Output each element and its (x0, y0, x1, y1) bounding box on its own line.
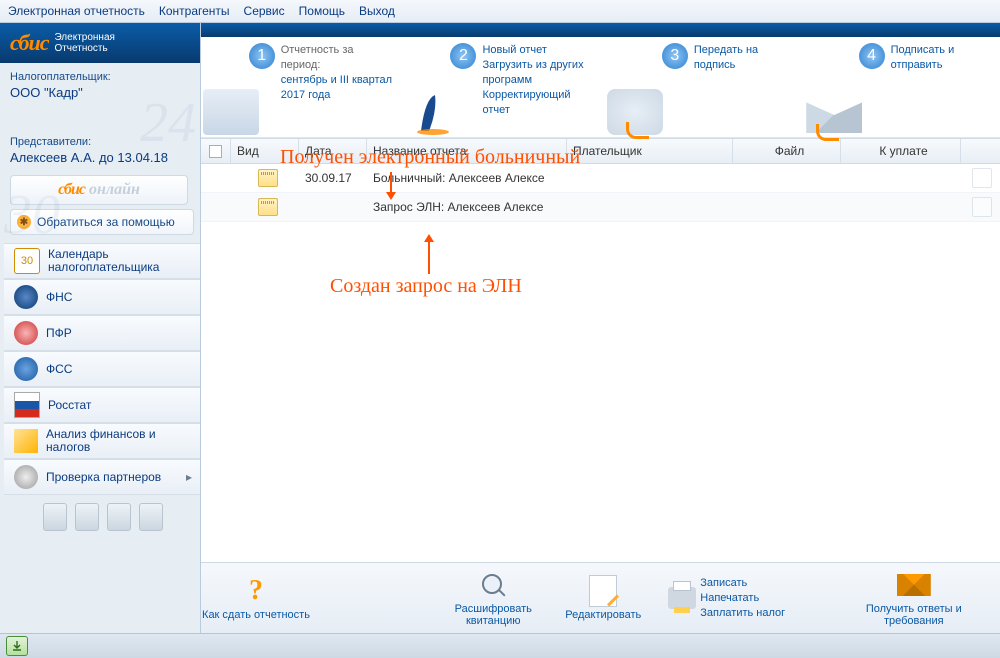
menu-contractors[interactable]: Контрагенты (159, 4, 230, 18)
step-4[interactable]: 4 Подписать и отправить (800, 37, 1000, 137)
badge-icon (139, 503, 163, 531)
finance-icon (14, 429, 38, 453)
bb-print-group: Записать Напечатать Заплатить налог (668, 576, 785, 621)
calendar-icon[interactable] (972, 197, 992, 217)
typewriter-illustration (607, 89, 663, 135)
nav-fss[interactable]: ФСС (4, 351, 200, 387)
nav-finance[interactable]: Анализ финансов и налогов (4, 423, 200, 459)
main-area: 1 Отчетность за период:сентябрь и III кв… (201, 23, 1000, 633)
step-2[interactable]: 2 Новый отчетЗагрузить из других програм… (401, 37, 601, 137)
pfr-icon (14, 321, 38, 345)
nav-pfr[interactable]: ПФР (4, 315, 200, 351)
calendar-icon[interactable] (972, 168, 992, 188)
menu-reporting[interactable]: Электронная отчетность (8, 4, 145, 18)
arrow-up-icon (428, 240, 430, 274)
bb-edit[interactable]: Редактировать (548, 575, 658, 621)
bb-paytax[interactable]: Заплатить налог (700, 606, 785, 621)
arrow-down-icon (390, 172, 392, 194)
steps-row: 1 Отчетность за период:сентябрь и III кв… (201, 37, 1000, 138)
nav-calendar[interactable]: 30 Календарь налогоплательщика (4, 243, 200, 279)
nav-list: 30 Календарь налогоплательщика ФНС ПФР Ф… (4, 243, 200, 495)
nav-rosstat[interactable]: Росстат (4, 387, 200, 423)
col-checkbox[interactable] (201, 139, 231, 163)
table-row[interactable]: Запрос ЭЛН: Алексеев Алексе (201, 193, 1000, 222)
taxpayer-label: Налогоплательщик: (10, 71, 196, 83)
question-icon: ? (249, 585, 263, 597)
help-button[interactable]: ✱ Обратиться за помощью (10, 209, 194, 235)
partners-icon (14, 465, 38, 489)
calendar-illustration (203, 89, 259, 135)
sbis-online-button[interactable]: сбисонлайн (10, 175, 188, 205)
bottom-toolbar: ? Как сдать отчетность Расшифровать квит… (201, 562, 1000, 633)
document-icon (258, 169, 278, 187)
col-pay[interactable]: К уплате (841, 139, 961, 163)
rep-value[interactable]: Алексеев А.А. до 13.04.18 (10, 150, 196, 165)
envelope-icon (897, 574, 931, 596)
nav-partners[interactable]: Проверка партнеров ▸ (4, 459, 200, 495)
logo: сбис (10, 30, 48, 56)
col-type[interactable]: Вид (231, 139, 299, 163)
step-number: 1 (249, 43, 275, 69)
badge-icon (107, 503, 131, 531)
download-button[interactable] (6, 636, 28, 656)
rep-label: Представители: (10, 136, 196, 148)
document-icon (258, 198, 278, 216)
menubar: Электронная отчетность Контрагенты Серви… (0, 0, 1000, 23)
step-3[interactable]: 3 Передать на подпись (601, 37, 801, 137)
grid-body: 30.09.17 Больничный: Алексеев Алексе Зап… (201, 164, 1000, 562)
step-number: 2 (450, 43, 476, 69)
sidebar: сбис ЭлектроннаяОтчетность 24 30 Налогоп… (0, 23, 201, 633)
col-actions (961, 139, 1000, 163)
nav-fns[interactable]: ФНС (4, 279, 200, 315)
table-row[interactable]: 30.09.17 Больничный: Алексеев Алексе (201, 164, 1000, 193)
envelope-illustration (806, 89, 862, 135)
taxpayer-value[interactable]: ООО "Кадр" (10, 85, 196, 100)
logo-subtitle: ЭлектроннаяОтчетность (54, 32, 114, 54)
app-window: Электронная отчетность Контрагенты Серви… (0, 0, 1000, 658)
col-name[interactable]: Название отчета (367, 139, 567, 163)
menu-help[interactable]: Помощь (299, 4, 345, 18)
fns-icon (14, 285, 38, 309)
grid-header: Вид Дата Название отчета Плательщик Файл… (201, 138, 1000, 164)
brand-bar: сбис ЭлектроннаяОтчетность (0, 23, 200, 63)
bb-decrypt[interactable]: Расшифровать квитанцию (438, 569, 548, 627)
step-number: 4 (859, 43, 885, 69)
statusbar (0, 633, 1000, 658)
printer-icon (668, 587, 696, 609)
pen-illustration (407, 89, 463, 135)
step-1[interactable]: 1 Отчетность за период:сентябрь и III кв… (201, 37, 401, 137)
col-file[interactable]: Файл (733, 139, 841, 163)
badge-icon (43, 503, 67, 531)
bb-howto[interactable]: ? Как сдать отчетность (201, 575, 311, 621)
cert-badges (10, 503, 196, 531)
menu-exit[interactable]: Выход (359, 4, 395, 18)
bb-get-answers[interactable]: Получить ответы и требования (849, 569, 979, 627)
bb-save[interactable]: Записать (700, 576, 785, 591)
badge-icon (75, 503, 99, 531)
rosstat-icon (14, 392, 40, 418)
help-icon: ✱ (17, 215, 31, 229)
bb-print[interactable]: Напечатать (700, 591, 785, 606)
calendar-icon: 30 (14, 248, 40, 274)
chevron-right-icon: ▸ (186, 470, 192, 484)
fss-icon (14, 357, 38, 381)
menu-service[interactable]: Сервис (244, 4, 285, 18)
col-payer[interactable]: Плательщик (567, 139, 733, 163)
col-date[interactable]: Дата (299, 139, 367, 163)
edit-icon (589, 575, 617, 607)
magnifier-icon (480, 572, 506, 598)
step-number: 3 (662, 43, 688, 69)
